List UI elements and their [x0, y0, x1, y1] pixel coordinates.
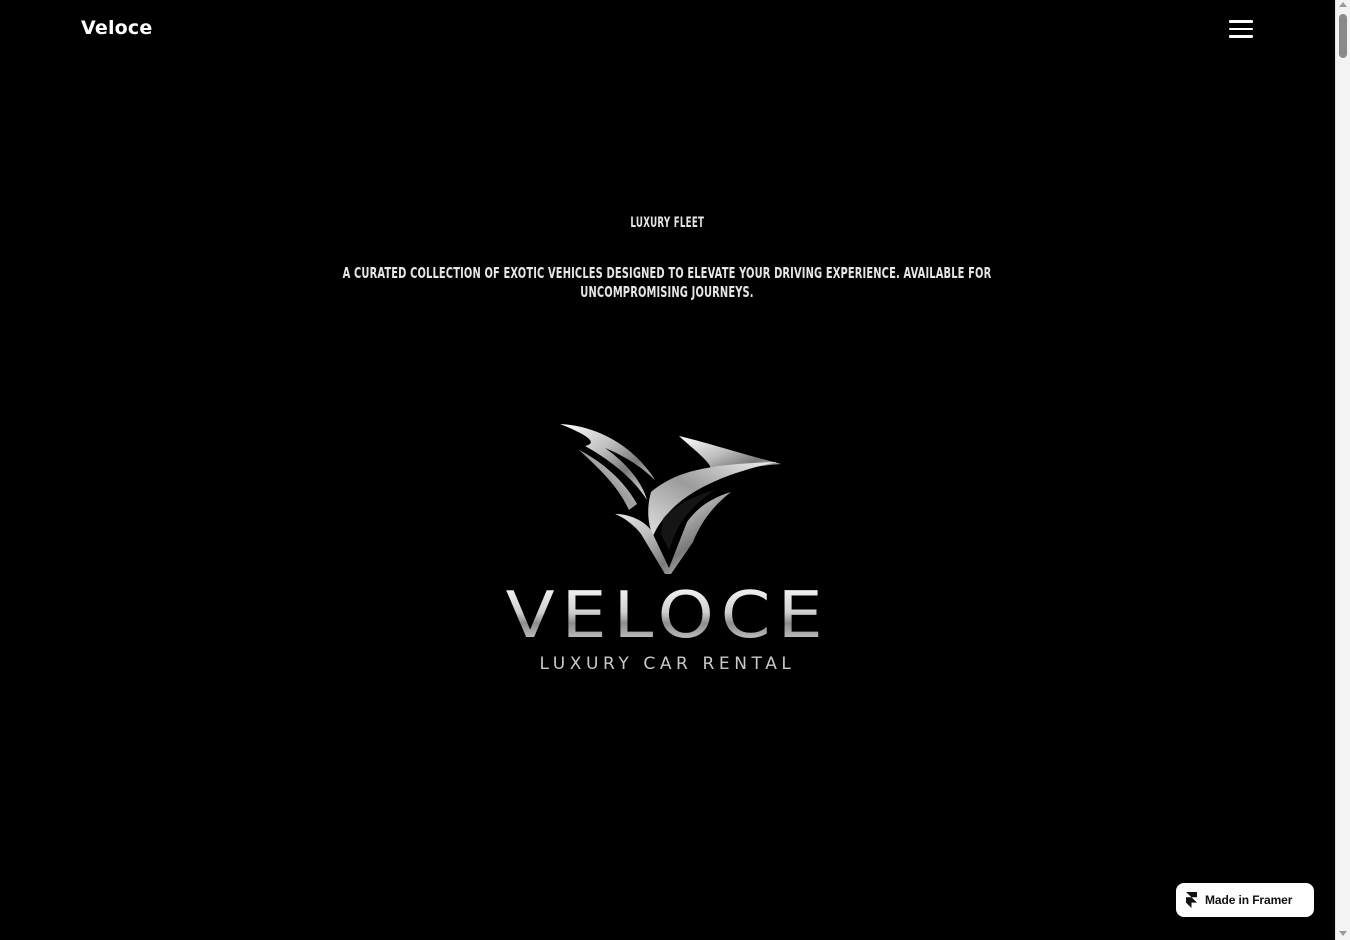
scroll-down-arrow-icon[interactable] — [1339, 931, 1347, 936]
scrollbar-thumb[interactable] — [1339, 14, 1347, 58]
viewport: Veloce LUXURY FLEET A curated collection… — [0, 0, 1335, 940]
veloce-bird-emblem-icon — [560, 424, 781, 574]
logo-tagline: LUXURY CAR RENTAL — [539, 654, 796, 674]
logo-wordmark: VELOCE — [0, 580, 1350, 652]
scroll-up-arrow-icon[interactable] — [1339, 2, 1347, 7]
page: Veloce LUXURY FLEET A curated collection… — [0, 0, 1350, 940]
hamburger-menu-icon-bar — [1229, 27, 1253, 31]
vertical-scrollbar[interactable] — [1335, 0, 1350, 940]
menu-button[interactable] — [1226, 16, 1256, 42]
section-eyebrow: LUXURY FLEET — [630, 215, 705, 231]
made-in-framer-label: Made in Framer — [1205, 893, 1293, 907]
framer-logo-icon — [1186, 892, 1197, 908]
section-description: A curated collection of exotic vehicles … — [342, 264, 992, 301]
brand-logo-link[interactable]: Veloce — [81, 17, 152, 39]
hamburger-menu-icon — [1229, 20, 1253, 23]
made-in-framer-badge[interactable]: Made in Framer — [1176, 883, 1314, 917]
hamburger-menu-icon-bar — [1229, 35, 1253, 38]
